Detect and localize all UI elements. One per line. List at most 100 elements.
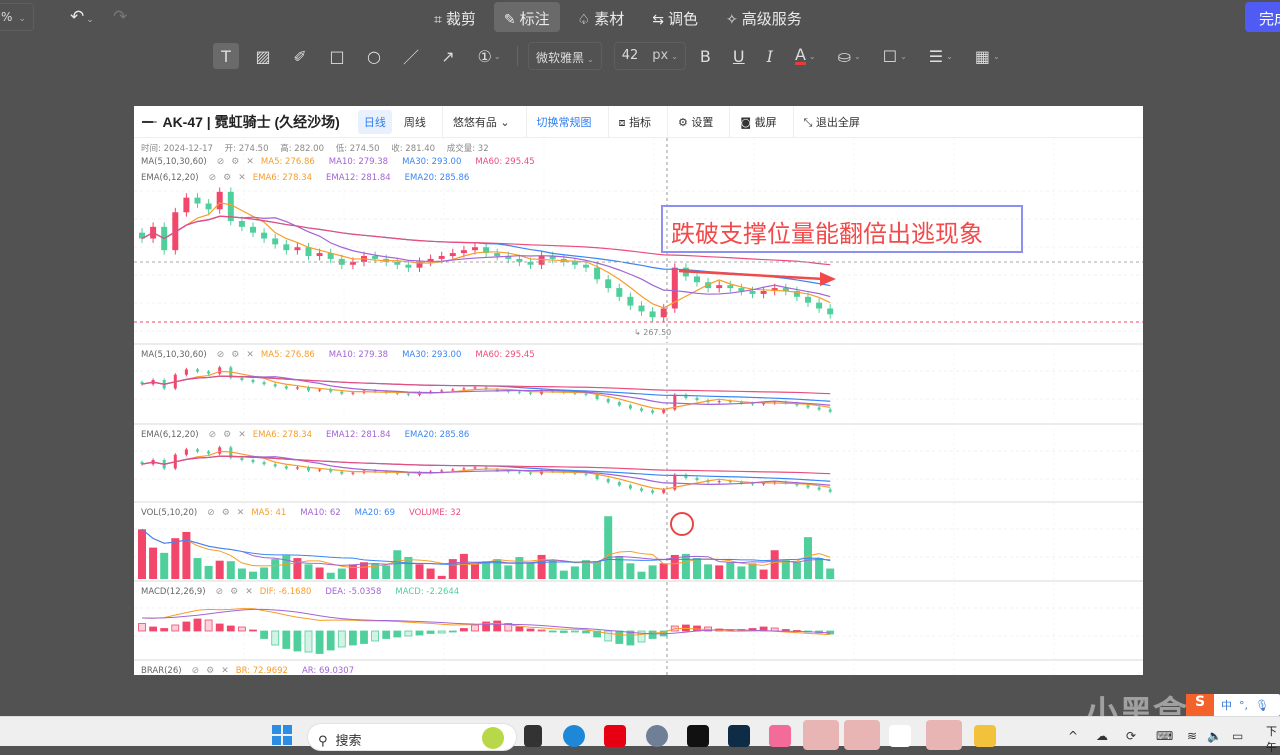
panel-divider[interactable] xyxy=(134,343,1143,345)
candle-body xyxy=(805,296,811,303)
file-explorer-icon[interactable] xyxy=(974,725,996,747)
macd-bar xyxy=(615,630,624,644)
panel-divider[interactable] xyxy=(134,501,1143,503)
gear-icon[interactable]: ⚙ xyxy=(231,350,239,360)
indicator-value: MA30: 293.00 xyxy=(402,157,462,167)
zoom-select[interactable]: % ⌄ xyxy=(0,3,34,31)
macd-bar xyxy=(326,630,335,651)
kline-screenshot[interactable]: ━╾ AK-47 | 霓虹骑士 (久经沙场) 日线 周线 悠悠有品 ⌄ 切换常规… xyxy=(134,106,1143,675)
ai-app-icon[interactable] xyxy=(889,725,911,747)
font-family-select[interactable]: 微软雅黑 ⌄ xyxy=(528,42,602,70)
close-icon[interactable]: ✕ xyxy=(246,350,254,360)
gear-icon[interactable]: ⚙ xyxy=(222,508,230,518)
panel-divider[interactable] xyxy=(134,423,1143,425)
task-view-icon[interactable] xyxy=(524,725,542,747)
font-size-input[interactable]: 42 px ⌄ xyxy=(613,42,686,70)
bold-button[interactable]: B xyxy=(700,47,711,66)
rectangle-tool-button[interactable]: □ xyxy=(324,43,350,69)
candle-body xyxy=(451,389,455,391)
volume-bar xyxy=(437,575,446,579)
eye-off-icon[interactable]: ⊘ xyxy=(209,430,217,440)
indicator-name: EMA(6,12,20) xyxy=(141,430,199,440)
candle-body xyxy=(462,388,466,390)
adjust-color-icon: ⇆ xyxy=(652,12,664,28)
italic-button[interactable]: I xyxy=(767,47,773,66)
candle-body xyxy=(218,447,222,454)
close-icon[interactable]: ✕ xyxy=(237,508,245,518)
image-tool-button[interactable]: ▨ xyxy=(250,43,276,69)
border-button[interactable]: ☐ ⌄ xyxy=(883,47,907,66)
panel-divider[interactable] xyxy=(134,659,1143,661)
eye-off-icon[interactable]: ⊘ xyxy=(216,587,224,597)
text-color-button[interactable]: A ⌄ xyxy=(794,46,816,65)
opacity-button[interactable]: ▦ ⌄ xyxy=(975,47,1000,66)
close-icon[interactable]: ✕ xyxy=(246,157,254,167)
underline-button[interactable]: U xyxy=(733,47,745,66)
text-tool-button[interactable]: T xyxy=(213,43,239,69)
candle-body xyxy=(183,197,190,213)
align-button[interactable]: ☰ ⌄ xyxy=(929,47,953,66)
mode-tab-2[interactable]: ♤ 素材 xyxy=(568,2,635,32)
clock[interactable]: 下午 xyxy=(1266,723,1280,755)
low-price-marker: ↳ 267.50 xyxy=(634,328,672,337)
close-icon[interactable]: ✕ xyxy=(238,173,246,183)
undo-button[interactable]: ↶ ⌄ xyxy=(70,7,94,27)
gear-icon[interactable]: ⚙ xyxy=(231,157,239,167)
sync-icon[interactable]: ⟳ xyxy=(1126,729,1136,743)
eye-off-icon[interactable]: ⊘ xyxy=(217,157,225,167)
battery-icon[interactable]: ▭ xyxy=(1232,729,1243,743)
chevron-up-icon[interactable]: ^ xyxy=(1068,729,1078,743)
fill-color-button[interactable]: ⛀ ⌄ xyxy=(838,47,861,66)
mode-tab-3[interactable]: ⇆ 调色 xyxy=(642,2,708,32)
taskbar-search[interactable]: ⚲ 搜索 xyxy=(307,723,517,751)
volume-bar xyxy=(293,558,302,579)
vpn-app-icon[interactable] xyxy=(728,725,750,747)
keyboard-icon[interactable]: ⌨ xyxy=(1156,729,1173,743)
candle-body xyxy=(340,471,344,474)
gear-icon[interactable]: ⚙ xyxy=(206,666,214,675)
close-icon[interactable]: ✕ xyxy=(221,666,229,675)
candle-body xyxy=(205,203,212,210)
mode-tab-1[interactable]: ✎ 标注 xyxy=(493,2,560,32)
ellipse-tool-button[interactable]: ○ xyxy=(361,43,387,69)
wifi-icon[interactable]: ≋ xyxy=(1187,729,1197,743)
panel-divider[interactable] xyxy=(134,580,1143,582)
volume-bar xyxy=(482,561,491,579)
eye-off-icon[interactable]: ⊘ xyxy=(207,508,215,518)
done-button[interactable]: 完成 xyxy=(1245,2,1280,32)
volume-icon[interactable]: 🔈 xyxy=(1207,729,1222,743)
line-tool-button[interactable]: ／ xyxy=(398,43,424,69)
gear-icon[interactable]: ⚙ xyxy=(223,173,231,183)
arrow-tool-button[interactable]: ↗ xyxy=(435,43,461,69)
ime-toolbar[interactable]: S 中 °, 🎙 xyxy=(1186,694,1280,716)
mode-tab-0[interactable]: ⌗ 裁剪 xyxy=(424,2,486,32)
candle-body xyxy=(251,460,255,463)
volume-bar xyxy=(515,557,524,579)
windows-start-icon[interactable] xyxy=(272,725,292,745)
close-icon[interactable]: ✕ xyxy=(245,587,253,597)
candle-body xyxy=(828,489,832,492)
gear-icon[interactable]: ⚙ xyxy=(223,430,231,440)
candle-body xyxy=(318,389,322,391)
eye-off-icon[interactable]: ⊘ xyxy=(192,666,200,675)
settings-icon[interactable] xyxy=(646,725,668,747)
tiktok-icon[interactable] xyxy=(687,725,709,747)
netease-music-icon[interactable] xyxy=(604,725,626,747)
edge-icon[interactable] xyxy=(563,725,585,747)
redo-button[interactable]: ↷ xyxy=(113,7,127,27)
mode-tab-4[interactable]: ✧ 高级服务 xyxy=(716,2,812,32)
eye-off-icon[interactable]: ⊘ xyxy=(217,350,225,360)
annotation-textbox[interactable]: 跌破支撑位量能翻倍出逃现象 xyxy=(661,205,1023,253)
brush-tool-button[interactable]: ✐ xyxy=(287,43,313,69)
candle-body xyxy=(738,288,745,291)
eye-off-icon[interactable]: ⊘ xyxy=(209,173,217,183)
candle-body xyxy=(595,394,599,399)
close-icon[interactable]: ✕ xyxy=(238,430,246,440)
candle-body xyxy=(760,291,767,294)
candle-body xyxy=(194,197,201,204)
cloud-icon[interactable]: ☁ xyxy=(1096,729,1108,743)
gear-icon[interactable]: ⚙ xyxy=(230,587,238,597)
volume-bar xyxy=(626,563,635,579)
bilibili-icon[interactable] xyxy=(769,725,791,747)
number-tool-button[interactable]: ① ⌄ xyxy=(472,43,506,69)
